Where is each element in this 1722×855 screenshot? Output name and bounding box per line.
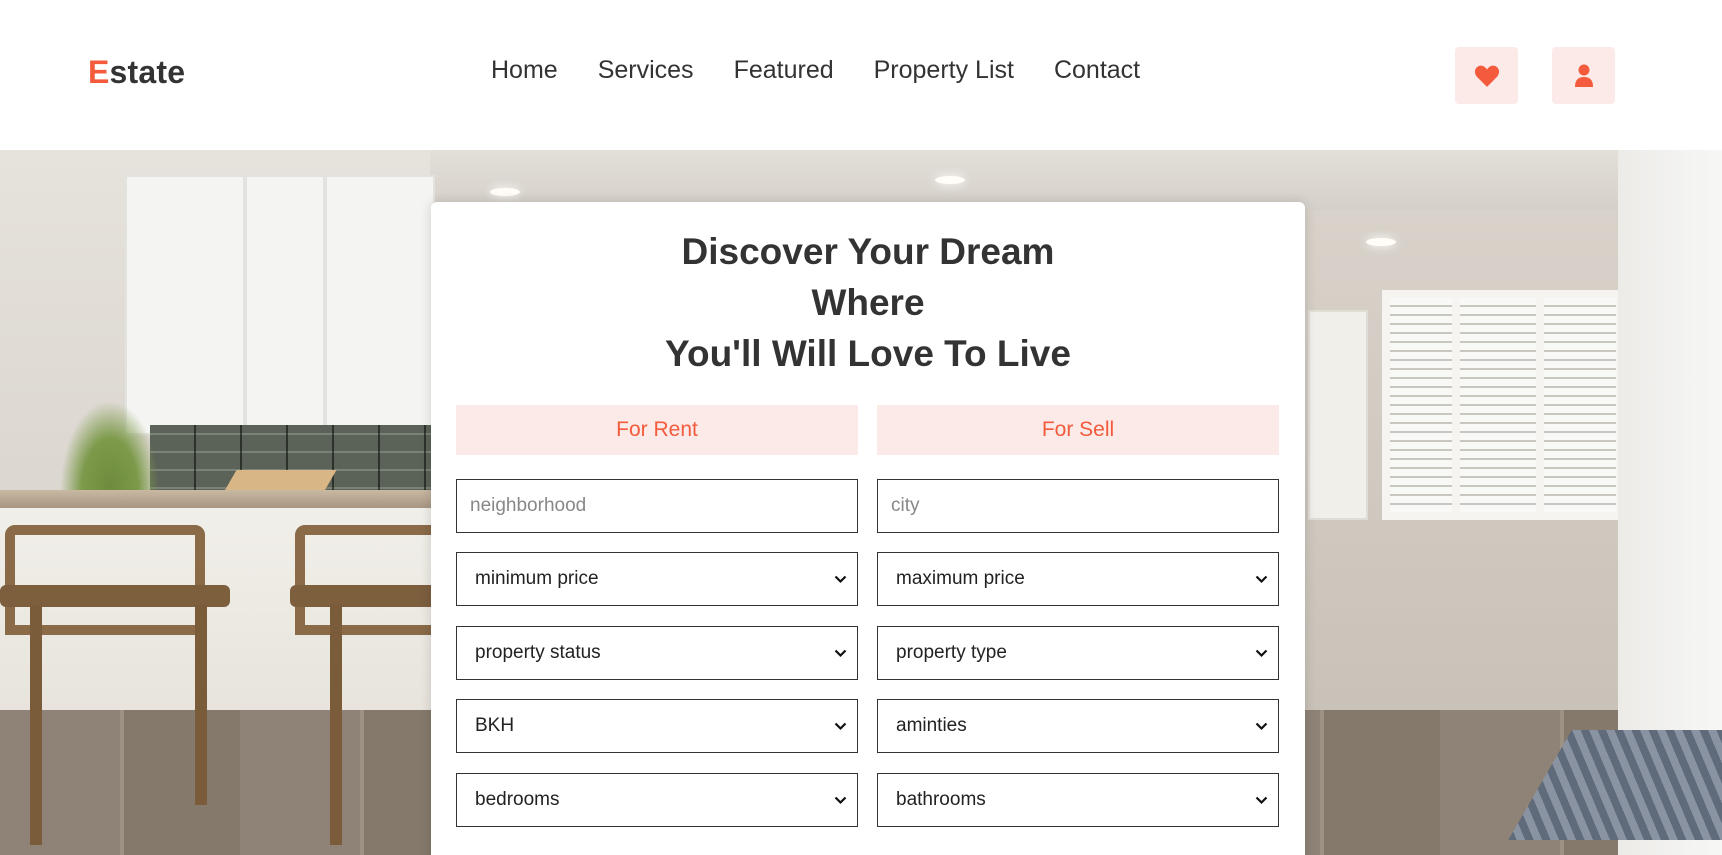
select-value: bathrooms	[896, 789, 986, 810]
heart-icon	[1474, 65, 1499, 87]
property-status-select[interactable]: property status	[456, 626, 858, 680]
ceiling-light	[935, 176, 965, 184]
ceiling-light	[490, 188, 520, 196]
window-shutter	[1382, 290, 1460, 520]
plant	[60, 400, 160, 490]
title-line: Where	[811, 282, 925, 323]
bar-stool-leg	[30, 605, 42, 845]
city-input[interactable]: city	[877, 479, 1279, 533]
city-placeholder: city	[891, 495, 920, 516]
amenities-select[interactable]: aminties	[877, 699, 1279, 753]
chevron-down-icon	[833, 572, 847, 586]
cabinet	[245, 175, 325, 435]
search-title: Discover Your Dream Where You'll Will Lo…	[431, 226, 1305, 379]
ceiling-light	[1366, 238, 1396, 246]
select-value: maximum price	[896, 568, 1025, 589]
max-price-select[interactable]: maximum price	[877, 552, 1279, 606]
chevron-down-icon	[833, 646, 847, 660]
bar-stool-leg	[195, 605, 207, 805]
select-value: minimum price	[475, 568, 599, 589]
window-shutter	[1536, 290, 1624, 520]
favorites-button[interactable]	[1455, 47, 1518, 104]
chevron-down-icon	[833, 793, 847, 807]
bar-stool-leg	[330, 605, 342, 845]
chevron-down-icon	[1254, 572, 1268, 586]
site-header: Estate Home Services Featured Property L…	[0, 0, 1722, 150]
nav-services[interactable]: Services	[598, 56, 694, 85]
cabinet	[325, 175, 435, 435]
logo[interactable]: Estate	[88, 54, 185, 91]
property-type-select[interactable]: property type	[877, 626, 1279, 680]
nav-contact[interactable]: Contact	[1054, 56, 1140, 85]
window-shutter	[1452, 290, 1544, 520]
bkh-select[interactable]: BKH	[456, 699, 858, 753]
chevron-down-icon	[1254, 793, 1268, 807]
neighborhood-placeholder: neighborhood	[470, 495, 587, 516]
account-button[interactable]	[1552, 47, 1615, 104]
chevron-down-icon	[833, 719, 847, 733]
select-value: bedrooms	[475, 789, 560, 810]
neighborhood-input[interactable]: neighborhood	[456, 479, 858, 533]
title-line: Discover Your Dream	[681, 231, 1055, 272]
nav-property-list[interactable]: Property List	[874, 56, 1014, 85]
title-line: You'll Will Love To Live	[665, 333, 1071, 374]
chevron-down-icon	[1254, 719, 1268, 733]
counter	[0, 490, 440, 508]
logo-initial: E	[88, 54, 110, 90]
nav-featured[interactable]: Featured	[734, 56, 834, 85]
closet-door	[1308, 310, 1368, 520]
user-icon	[1574, 64, 1593, 87]
cabinet	[125, 175, 245, 435]
bar-stool-seat	[0, 585, 230, 607]
nav-home[interactable]: Home	[491, 56, 558, 85]
tab-for-sell[interactable]: For Sell	[877, 405, 1279, 455]
chevron-down-icon	[1254, 646, 1268, 660]
logo-text: state	[109, 54, 186, 90]
bedrooms-select[interactable]: bedrooms	[456, 773, 858, 827]
search-card: Discover Your Dream Where You'll Will Lo…	[431, 202, 1305, 855]
select-value: BKH	[475, 715, 515, 736]
select-value: property status	[475, 642, 601, 663]
select-value: aminties	[896, 715, 967, 736]
select-value: property type	[896, 642, 1007, 663]
bathrooms-select[interactable]: bathrooms	[877, 773, 1279, 827]
main-nav: Home Services Featured Property List Con…	[491, 56, 1140, 85]
tab-for-rent[interactable]: For Rent	[456, 405, 858, 455]
min-price-select[interactable]: minimum price	[456, 552, 858, 606]
